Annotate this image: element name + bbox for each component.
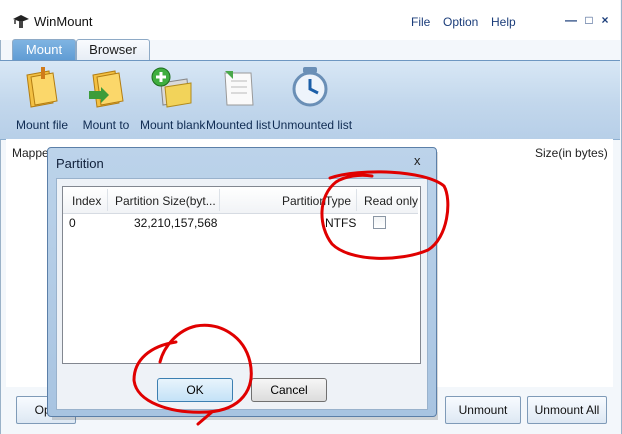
column-divider [219, 189, 220, 211]
mount-to-button[interactable]: Mount to [80, 65, 132, 135]
unmounted-list-button[interactable]: Unmounted list [272, 65, 353, 135]
mount-to-icon [89, 70, 124, 108]
ok-button[interactable]: OK [157, 378, 233, 402]
column-read-only[interactable]: Read only [364, 194, 418, 208]
tab-browser[interactable]: Browser [76, 39, 150, 61]
column-divider [107, 189, 108, 211]
column-index[interactable]: Index [72, 194, 101, 208]
mount-file-label: Mount file [15, 118, 69, 132]
minimize-button[interactable]: — [564, 14, 578, 26]
close-button[interactable]: × [598, 14, 612, 26]
title-bar [0, 0, 620, 40]
mount-file-icon [26, 67, 58, 108]
mount-file-button[interactable]: Mount file [14, 65, 70, 135]
mounted-list-icon [224, 71, 254, 106]
menu-file[interactable]: File [411, 15, 430, 29]
tab-mount[interactable]: Mount [12, 39, 76, 61]
window-title: WinMount [34, 14, 93, 29]
cell-type: NTFS [325, 216, 357, 230]
read-only-checkbox[interactable] [373, 216, 386, 229]
dialog-close-button[interactable]: x [414, 153, 421, 168]
unmounted-list-icon [292, 67, 328, 107]
mounted-list-label: Mounted list [206, 118, 271, 132]
unmount-all-button[interactable]: Unmount All [527, 396, 607, 424]
mount-blank-button[interactable]: Mount blank [140, 65, 206, 135]
column-mapped[interactable]: Mappe [12, 146, 49, 160]
cell-partition-size: 32,210,157,568 [134, 216, 218, 230]
mount-to-label: Mount to [82, 118, 130, 132]
mount-blank-icon [151, 67, 192, 108]
maximize-button[interactable]: □ [582, 14, 596, 26]
column-partition[interactable]: Partition [282, 194, 326, 208]
mount-blank-label: Mount blank [140, 118, 206, 132]
dialog-title: Partition [56, 156, 104, 171]
app-logo-icon [13, 15, 29, 28]
column-divider [356, 189, 357, 211]
column-partition-size[interactable]: Partition Size(byt... [115, 194, 216, 208]
cancel-button[interactable]: Cancel [251, 378, 327, 402]
unmounted-list-label: Unmounted list [272, 118, 353, 132]
mounted-list-button[interactable]: Mounted list [206, 65, 271, 135]
column-type[interactable]: Type [325, 194, 351, 208]
menu-option[interactable]: Option [443, 15, 478, 29]
column-size[interactable]: Size(in bytes) [535, 146, 608, 160]
cell-index: 0 [69, 216, 76, 230]
unmount-button[interactable]: Unmount [445, 396, 521, 424]
menu-help[interactable]: Help [491, 15, 516, 29]
